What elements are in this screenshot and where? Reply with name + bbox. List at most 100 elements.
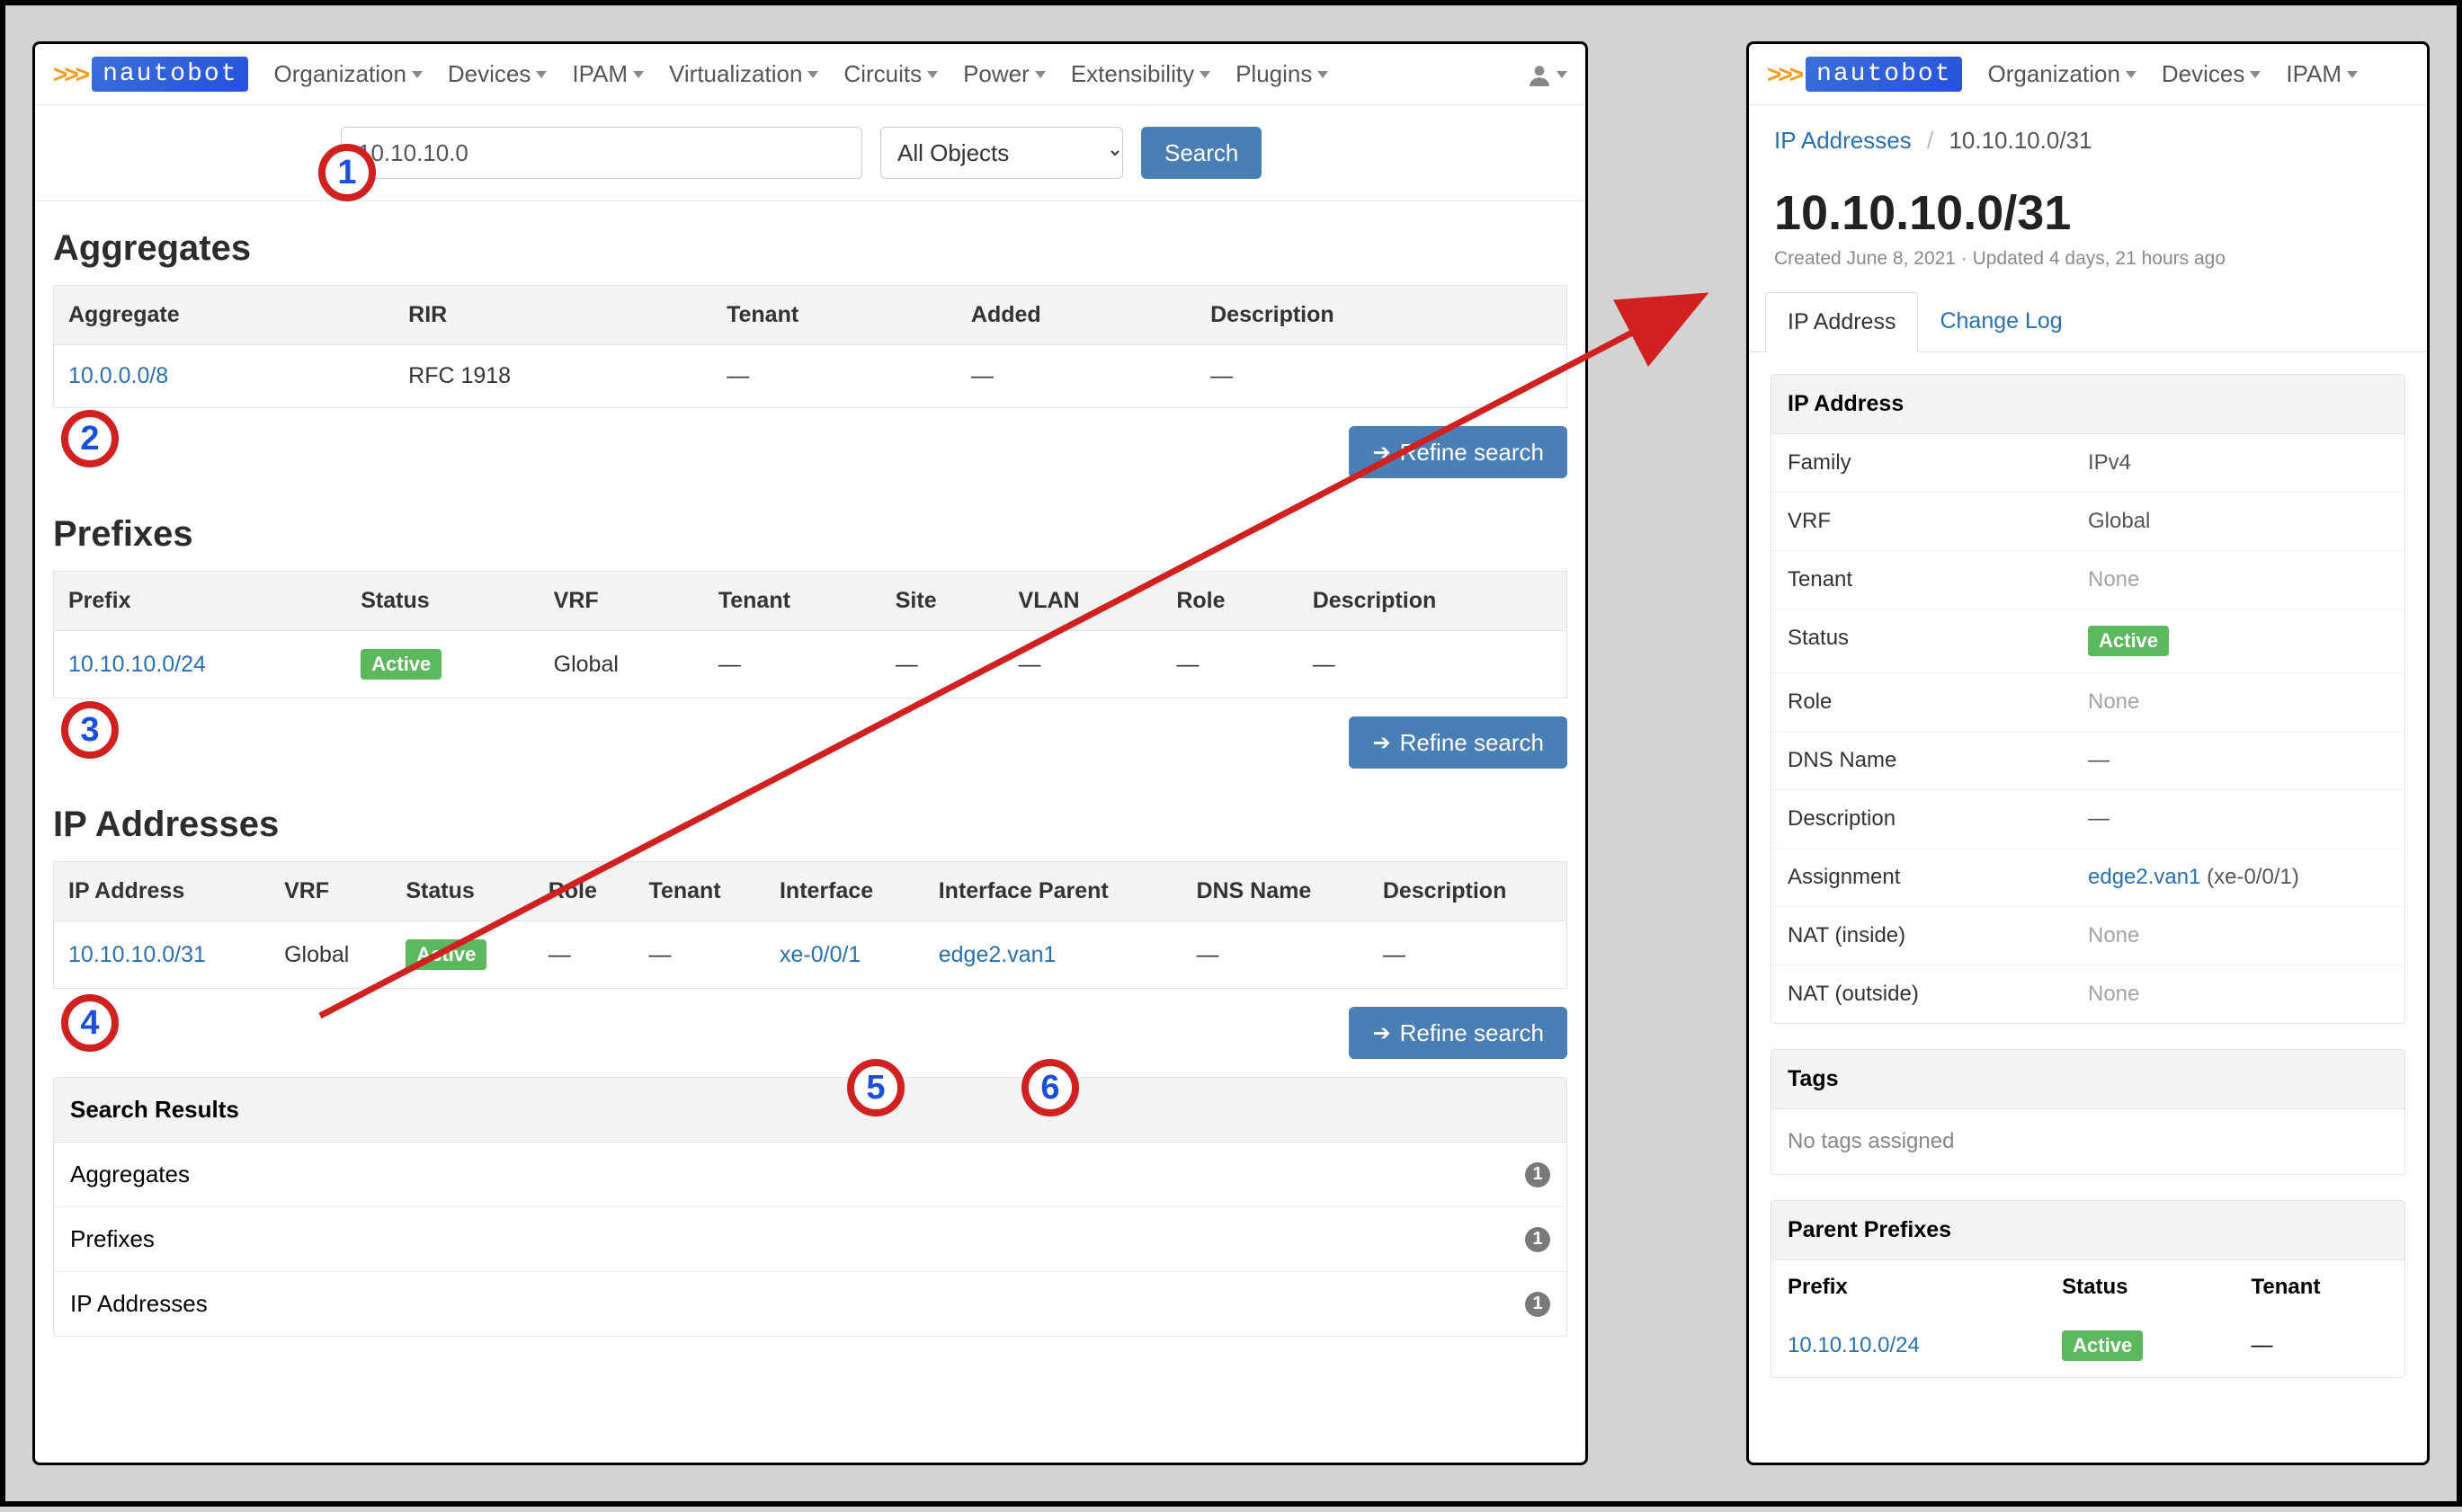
- detail-value: —: [2088, 806, 2388, 832]
- nav-organization[interactable]: Organization: [273, 60, 422, 88]
- detail-row: DNS Name—: [1771, 732, 2404, 790]
- col-description: Description: [1196, 286, 1566, 345]
- interface-parent-link[interactable]: edge2.van1: [939, 942, 1057, 967]
- search-type-select[interactable]: All Objects: [880, 127, 1123, 179]
- caret-icon: [2347, 71, 2358, 78]
- parent-prefixes-title: Parent Prefixes: [1771, 1201, 2404, 1260]
- detail-key: DNS Name: [1788, 748, 2088, 773]
- brand[interactable]: >>> nautobot: [1767, 57, 1962, 92]
- refine-ipaddresses-button[interactable]: ➔Refine search: [1349, 1007, 1567, 1059]
- cell-description: —: [1369, 921, 1567, 989]
- detail-key: Assignment: [1788, 865, 2088, 890]
- detail-key: NAT (outside): [1788, 982, 2088, 1007]
- pp-col-prefix: Prefix: [1771, 1260, 2046, 1314]
- detail-row: Description—: [1771, 790, 2404, 849]
- summary-prefixes[interactable]: Prefixes 1: [54, 1207, 1566, 1272]
- detail-key: NAT (inside): [1788, 923, 2088, 948]
- arrow-right-icon: ➔: [1372, 1020, 1390, 1046]
- cell-vlan: —: [1004, 631, 1163, 698]
- search-results-panel: Search Results Aggregates 1 Prefixes 1 I…: [53, 1077, 1567, 1337]
- pp-col-tenant: Tenant: [2235, 1260, 2404, 1314]
- summary-aggregates[interactable]: Aggregates 1: [54, 1143, 1566, 1207]
- summary-ipaddresses[interactable]: IP Addresses 1: [54, 1272, 1566, 1336]
- detail-key: Family: [1788, 450, 2088, 476]
- detail-value: None: [2088, 689, 2388, 715]
- nav-user-menu[interactable]: [1528, 61, 1567, 88]
- tab-ipaddress[interactable]: IP Address: [1765, 292, 1918, 352]
- nav-circuits[interactable]: Circuits: [843, 60, 938, 88]
- nav-organization[interactable]: Organization: [1987, 60, 2136, 88]
- col-site: Site: [881, 572, 1004, 631]
- breadcrumb: IP Addresses / 10.10.10.0/31: [1749, 105, 2427, 155]
- col-ipaddr: IP Address: [54, 862, 271, 921]
- caret-icon: [2126, 71, 2136, 78]
- nav-devices[interactable]: Devices: [2162, 60, 2261, 88]
- col-tenant: Tenant: [635, 862, 765, 921]
- refine-aggregates-button[interactable]: ➔Refine search: [1349, 426, 1567, 478]
- nav-ipam[interactable]: IPAM: [2286, 60, 2358, 88]
- nav-ipam[interactable]: IPAM: [572, 60, 644, 88]
- ipaddress-link[interactable]: 10.10.10.0/31: [68, 942, 206, 967]
- tags-empty: No tags assigned: [1771, 1109, 2404, 1174]
- detail-row: RoleNone: [1771, 673, 2404, 732]
- col-interface: Interface: [765, 862, 924, 921]
- nav-power[interactable]: Power: [963, 60, 1046, 88]
- summary-label: Aggregates: [70, 1161, 190, 1188]
- col-role: Role: [534, 862, 635, 921]
- col-status: Status: [391, 862, 533, 921]
- col-prefix: Prefix: [54, 572, 347, 631]
- refine-prefixes-button[interactable]: ➔Refine search: [1349, 716, 1567, 769]
- tab-changelog[interactable]: Change Log: [1918, 292, 2083, 352]
- nav-plugins[interactable]: Plugins: [1235, 60, 1328, 88]
- status-badge: Active: [2062, 1330, 2143, 1361]
- cell-tenant: —: [635, 921, 765, 989]
- interface-link[interactable]: xe-0/0/1: [780, 942, 861, 967]
- prefix-link[interactable]: 10.10.10.0/24: [68, 652, 206, 677]
- detail-value: Global: [2088, 509, 2388, 534]
- col-description: Description: [1298, 572, 1567, 631]
- caret-icon: [1200, 71, 1210, 78]
- breadcrumb-parent[interactable]: IP Addresses: [1774, 127, 1912, 154]
- detail-value: None: [2088, 982, 2388, 1007]
- brand[interactable]: >>> nautobot: [53, 57, 248, 92]
- assignment-link[interactable]: edge2.van1: [2088, 865, 2200, 889]
- col-aggregate: Aggregate: [54, 286, 395, 345]
- col-tenant: Tenant: [704, 572, 881, 631]
- ipaddresses-title: IP Addresses: [53, 778, 1567, 861]
- caret-icon: [2250, 71, 2261, 78]
- cell-tenant: —: [712, 345, 957, 408]
- cell-role: —: [1162, 631, 1298, 698]
- prefixes-title: Prefixes: [53, 487, 1567, 571]
- pp-col-status: Status: [2046, 1260, 2235, 1314]
- count-badge: 1: [1525, 1162, 1550, 1187]
- search-input[interactable]: [341, 127, 862, 179]
- search-row: All Objects Search: [35, 105, 1585, 201]
- aggregate-link[interactable]: 10.0.0.0/8: [68, 363, 168, 388]
- caret-icon: [1035, 71, 1046, 78]
- breadcrumb-current: 10.10.10.0/31: [1949, 127, 2092, 154]
- col-interface-parent: Interface Parent: [924, 862, 1182, 921]
- tabs: IP Address Change Log: [1749, 291, 2427, 352]
- parent-prefixes-card: Parent Prefixes Prefix Status Tenant 10.…: [1771, 1200, 2405, 1378]
- aggregates-title: Aggregates: [53, 201, 1567, 285]
- breadcrumb-sep: /: [1918, 127, 1942, 154]
- cell-site: —: [881, 631, 1004, 698]
- col-tenant: Tenant: [712, 286, 957, 345]
- caret-icon: [536, 71, 547, 78]
- cell-added: —: [957, 345, 1196, 408]
- col-dns: DNS Name: [1182, 862, 1368, 921]
- detail-key: Role: [1788, 689, 2088, 715]
- nav-devices[interactable]: Devices: [448, 60, 547, 88]
- cell-role: —: [534, 921, 635, 989]
- caret-icon: [633, 71, 644, 78]
- nav-virtualization[interactable]: Virtualization: [669, 60, 818, 88]
- status-badge: Active: [406, 939, 486, 970]
- nav-extensibility[interactable]: Extensibility: [1071, 60, 1210, 88]
- search-button[interactable]: Search: [1141, 127, 1262, 179]
- pp-prefix-link[interactable]: 10.10.10.0/24: [1788, 1333, 1920, 1357]
- cell-description: —: [1298, 631, 1567, 698]
- page-title: 10.10.10.0/31: [1749, 155, 2427, 248]
- detail-value: None: [2088, 923, 2388, 948]
- count-badge: 1: [1525, 1227, 1550, 1252]
- cell-vrf: Global: [540, 631, 704, 698]
